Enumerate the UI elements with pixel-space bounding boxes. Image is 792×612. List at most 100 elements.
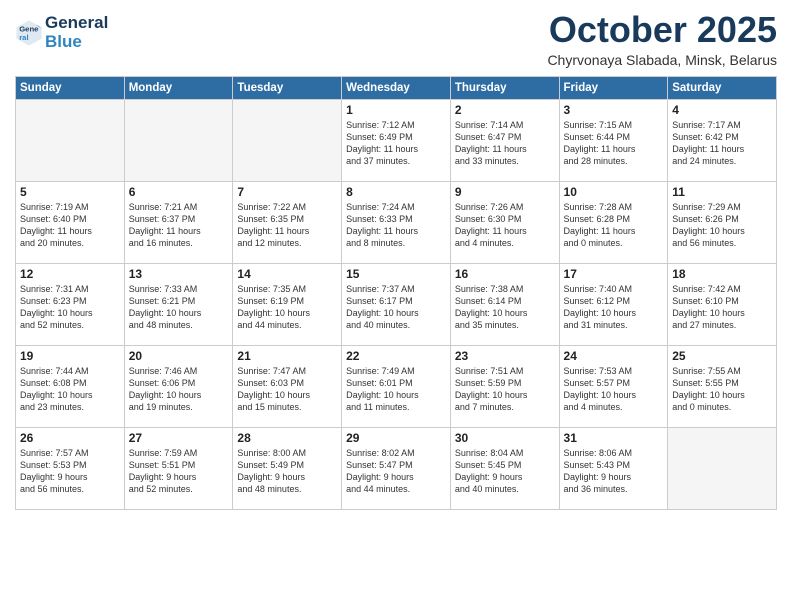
calendar-cell: 8 Sunrise: 7:24 AM Sunset: 6:33 PM Daylig… [342,181,451,263]
day-number: 4 [672,103,772,117]
weekday-header-row: SundayMondayTuesdayWednesdayThursdayFrid… [16,76,777,99]
calendar-cell: 23Sunrise: 7:51 AM Sunset: 5:59 PM Dayli… [450,345,559,427]
calendar-cell: 19Sunrise: 7:44 AM Sunset: 6:08 PM Dayli… [16,345,125,427]
day-number: 31 [564,431,664,445]
calendar-cell: 27Sunrise: 7:59 AM Sunset: 5:51 PM Dayli… [124,427,233,509]
cell-info: Sunrise: 7:42 AM Sunset: 6:10 PM Dayligh… [672,283,772,332]
day-number: 19 [20,349,120,363]
cell-info: Sunrise: 7:38 AM Sunset: 6:14 PM Dayligh… [455,283,555,332]
cell-info: Sunrise: 8:06 AM Sunset: 5:43 PM Dayligh… [564,447,664,496]
cell-info: Sunrise: 7:24 AM Sunset: 6:33 PM Dayligh… [346,201,446,250]
day-number: 17 [564,267,664,281]
calendar-cell: 12 Sunrise: 7:31 AM Sunset: 6:23 PM Dayli… [16,263,125,345]
day-number: 20 [129,349,229,363]
calendar-cell: 26 Sunrise: 7:57 AM Sunset: 5:53 PM Dayli… [16,427,125,509]
cell-info: Sunrise: 7:59 AM Sunset: 5:51 PM Dayligh… [129,447,229,496]
day-number: 18 [672,267,772,281]
day-number: 26 [20,431,120,445]
calendar-cell: 21 Sunrise: 7:47 AM Sunset: 6:03 PM Dayli… [233,345,342,427]
calendar-cell: 6 Sunrise: 7:21 AM Sunset: 6:37 PM Daylig… [124,181,233,263]
day-number: 16 [455,267,555,281]
cell-info: Sunrise: 7:28 AM Sunset: 6:28 PM Dayligh… [564,201,664,250]
calendar-cell: 1 Sunrise: 7:12 AM Sunset: 6:49 PM Daylig… [342,99,451,181]
calendar-cell: 13Sunrise: 7:33 AM Sunset: 6:21 PM Dayli… [124,263,233,345]
day-number: 12 [20,267,120,281]
day-number: 14 [237,267,337,281]
calendar-cell: 5Sunrise: 7:19 AM Sunset: 6:40 PM Daylig… [16,181,125,263]
weekday-header-sunday: Sunday [16,76,125,99]
calendar-cell: 9 Sunrise: 7:26 AM Sunset: 6:30 PM Daylig… [450,181,559,263]
calendar-cell: 25Sunrise: 7:55 AM Sunset: 5:55 PM Dayli… [668,345,777,427]
calendar-cell [233,99,342,181]
day-number: 15 [346,267,446,281]
calendar-cell: 4 Sunrise: 7:17 AM Sunset: 6:42 PM Daylig… [668,99,777,181]
calendar-cell: 30Sunrise: 8:04 AM Sunset: 5:45 PM Dayli… [450,427,559,509]
calendar-cell: 3 Sunrise: 7:15 AM Sunset: 6:44 PM Daylig… [559,99,668,181]
calendar-cell [16,99,125,181]
weekday-header-thursday: Thursday [450,76,559,99]
calendar-cell: 17 Sunrise: 7:40 AM Sunset: 6:12 PM Dayli… [559,263,668,345]
calendar-week-5: 26 Sunrise: 7:57 AM Sunset: 5:53 PM Dayli… [16,427,777,509]
calendar-cell: 10 Sunrise: 7:28 AM Sunset: 6:28 PM Dayli… [559,181,668,263]
calendar-table: SundayMondayTuesdayWednesdayThursdayFrid… [15,76,777,510]
calendar-cell: 2 Sunrise: 7:14 AM Sunset: 6:47 PM Daylig… [450,99,559,181]
day-number: 3 [564,103,664,117]
weekday-header-monday: Monday [124,76,233,99]
day-number: 25 [672,349,772,363]
day-number: 11 [672,185,772,199]
day-number: 21 [237,349,337,363]
cell-info: Sunrise: 7:49 AM Sunset: 6:01 PM Dayligh… [346,365,446,414]
cell-info: Sunrise: 7:57 AM Sunset: 5:53 PM Dayligh… [20,447,120,496]
calendar-cell: 20 Sunrise: 7:46 AM Sunset: 6:06 PM Dayli… [124,345,233,427]
cell-info: Sunrise: 7:40 AM Sunset: 6:12 PM Dayligh… [564,283,664,332]
calendar-cell: 15Sunrise: 7:37 AM Sunset: 6:17 PM Dayli… [342,263,451,345]
calendar-week-4: 19Sunrise: 7:44 AM Sunset: 6:08 PM Dayli… [16,345,777,427]
day-number: 23 [455,349,555,363]
day-number: 22 [346,349,446,363]
cell-info: Sunrise: 7:22 AM Sunset: 6:35 PM Dayligh… [237,201,337,250]
day-number: 9 [455,185,555,199]
day-number: 1 [346,103,446,117]
calendar-week-3: 12 Sunrise: 7:31 AM Sunset: 6:23 PM Dayli… [16,263,777,345]
cell-info: Sunrise: 7:35 AM Sunset: 6:19 PM Dayligh… [237,283,337,332]
day-number: 6 [129,185,229,199]
day-number: 8 [346,185,446,199]
cell-info: Sunrise: 7:31 AM Sunset: 6:23 PM Dayligh… [20,283,120,332]
cell-info: Sunrise: 7:26 AM Sunset: 6:30 PM Dayligh… [455,201,555,250]
calendar-cell: 22 Sunrise: 7:49 AM Sunset: 6:01 PM Dayli… [342,345,451,427]
cell-info: Sunrise: 7:29 AM Sunset: 6:26 PM Dayligh… [672,201,772,250]
weekday-header-friday: Friday [559,76,668,99]
cell-info: Sunrise: 7:46 AM Sunset: 6:06 PM Dayligh… [129,365,229,414]
cell-info: Sunrise: 8:00 AM Sunset: 5:49 PM Dayligh… [237,447,337,496]
calendar-cell: 16 Sunrise: 7:38 AM Sunset: 6:14 PM Dayli… [450,263,559,345]
calendar-cell: 18 Sunrise: 7:42 AM Sunset: 6:10 PM Dayli… [668,263,777,345]
svg-text:ral: ral [19,33,28,42]
logo: Gene ral General Blue [15,14,108,51]
cell-info: Sunrise: 8:02 AM Sunset: 5:47 PM Dayligh… [346,447,446,496]
calendar-cell: 28 Sunrise: 8:00 AM Sunset: 5:49 PM Dayli… [233,427,342,509]
day-number: 30 [455,431,555,445]
cell-info: Sunrise: 7:53 AM Sunset: 5:57 PM Dayligh… [564,365,664,414]
cell-info: Sunrise: 7:15 AM Sunset: 6:44 PM Dayligh… [564,119,664,168]
calendar-cell: 31 Sunrise: 8:06 AM Sunset: 5:43 PM Dayli… [559,427,668,509]
calendar-cell: 14 Sunrise: 7:35 AM Sunset: 6:19 PM Dayli… [233,263,342,345]
calendar-cell [124,99,233,181]
day-number: 10 [564,185,664,199]
calendar-week-1: 1 Sunrise: 7:12 AM Sunset: 6:49 PM Daylig… [16,99,777,181]
title-block: October 2025 Chyrvonaya Slabada, Minsk, … [547,10,777,68]
cell-info: Sunrise: 7:17 AM Sunset: 6:42 PM Dayligh… [672,119,772,168]
calendar-cell: 11 Sunrise: 7:29 AM Sunset: 6:26 PM Dayli… [668,181,777,263]
cell-info: Sunrise: 7:47 AM Sunset: 6:03 PM Dayligh… [237,365,337,414]
month-title: October 2025 [547,10,777,50]
logo-icon: Gene ral [15,19,43,47]
day-number: 2 [455,103,555,117]
weekday-header-wednesday: Wednesday [342,76,451,99]
logo-text: General Blue [45,14,108,51]
calendar-cell [668,427,777,509]
day-number: 29 [346,431,446,445]
day-number: 28 [237,431,337,445]
day-number: 5 [20,185,120,199]
cell-info: Sunrise: 7:14 AM Sunset: 6:47 PM Dayligh… [455,119,555,168]
cell-info: Sunrise: 7:21 AM Sunset: 6:37 PM Dayligh… [129,201,229,250]
cell-info: Sunrise: 7:12 AM Sunset: 6:49 PM Dayligh… [346,119,446,168]
